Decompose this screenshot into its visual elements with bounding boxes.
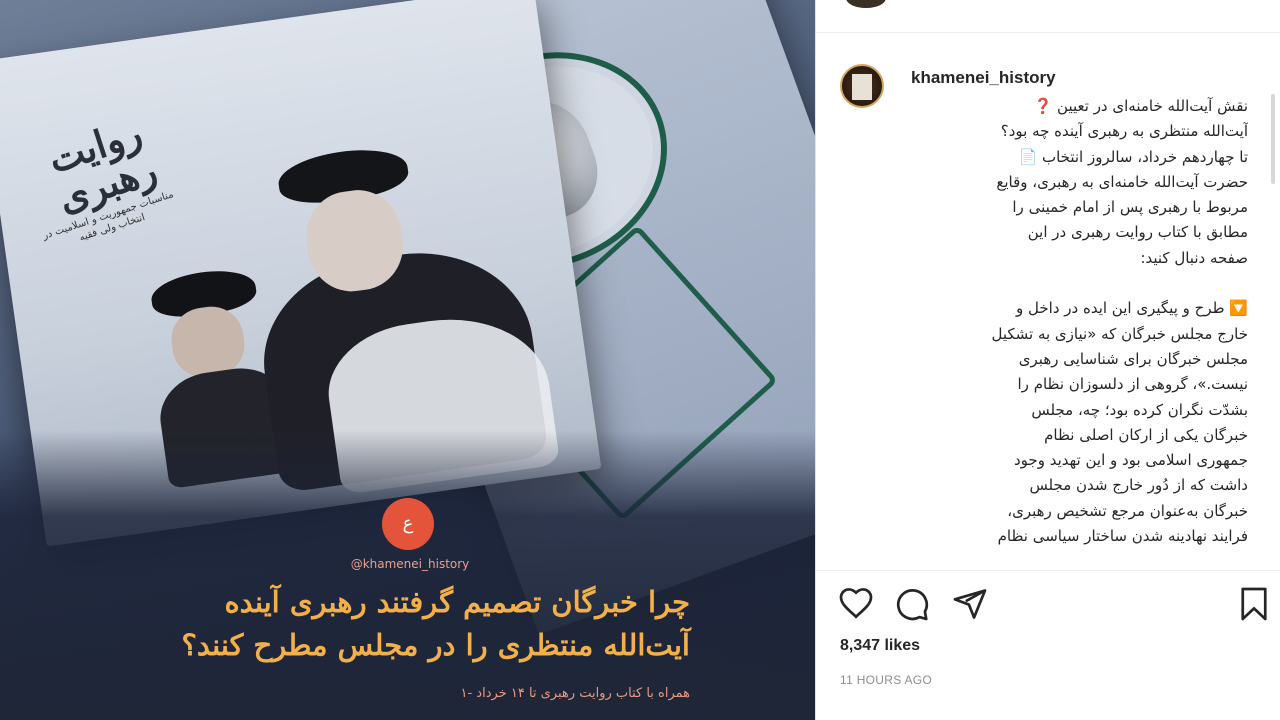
khamenei-history-logo: ع: [382, 498, 434, 550]
share-icon[interactable]: [952, 586, 988, 626]
headline-line-2: آیت‌الله منتظری را در مجلس مطرح کنند؟: [181, 628, 690, 662]
heart-icon[interactable]: [838, 586, 874, 626]
bottom-gradient: [0, 430, 815, 720]
action-bar: [836, 586, 1267, 626]
header-avatar[interactable]: [846, 0, 886, 8]
header-divider: [816, 32, 1280, 33]
caption-text: نقش آیت‌الله خامنه‌ای در تعیین ❓ آیت‌الل…: [991, 97, 1248, 546]
post-side-panel: khamenei_history نقش آیت‌الله خامنه‌ای د…: [815, 0, 1280, 720]
bookmark-icon[interactable]: [1236, 586, 1272, 626]
actions-divider: [816, 570, 1280, 571]
post-timestamp[interactable]: 11 HOURS AGO: [840, 673, 932, 687]
username-link[interactable]: khamenei_history: [911, 68, 1056, 88]
image-footer-text: همراه با کتاب روایت رهبری تا ۱۴ خرداد -۱: [460, 686, 691, 701]
avatar[interactable]: [840, 64, 884, 108]
post-image[interactable]: روایت رهبری مناسبات جمهوریت و اسلامیت در…: [0, 0, 815, 720]
headline-line-1: چرا خبرگان تصمیم گرفتند رهبری آینده: [224, 585, 690, 619]
image-handle-text: @khamenei_history: [350, 557, 470, 571]
likes-count[interactable]: 8,347 likes: [840, 637, 920, 655]
comment-icon[interactable]: [894, 586, 930, 626]
caption-scrollbar[interactable]: [1271, 94, 1275, 184]
